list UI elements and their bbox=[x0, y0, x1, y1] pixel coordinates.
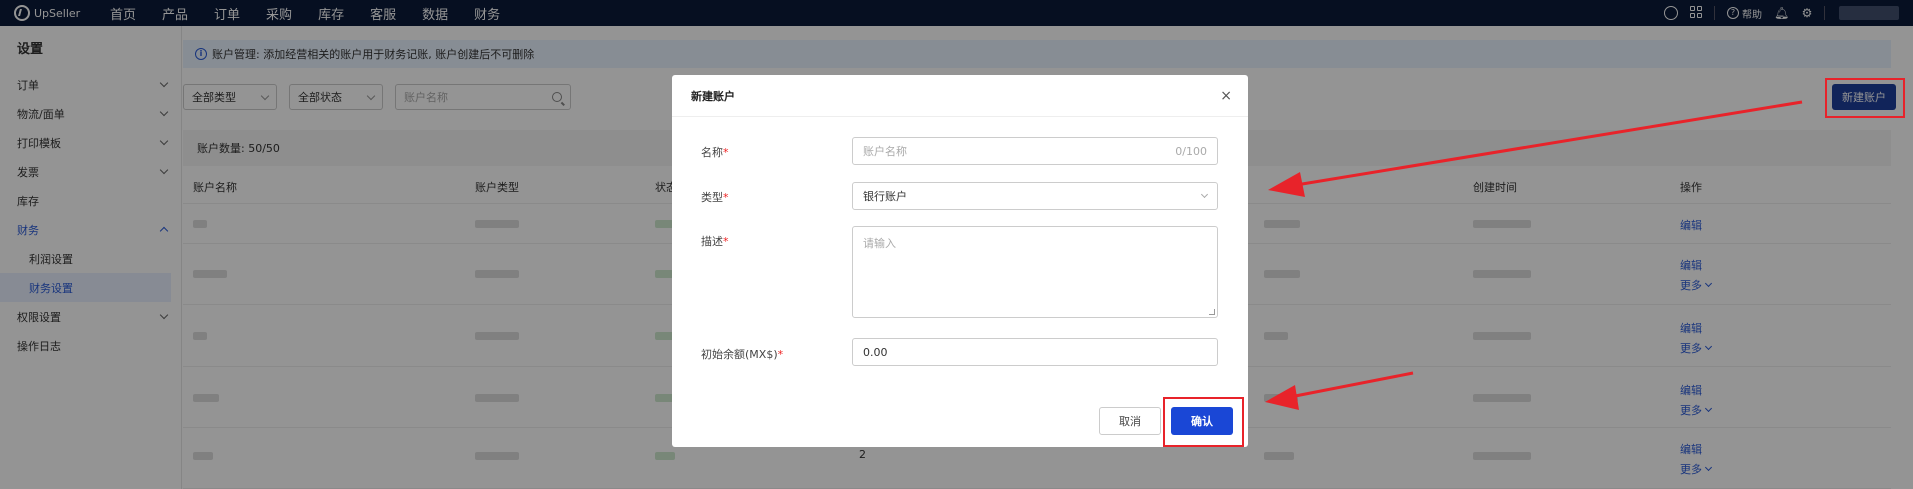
annotation-arrows bbox=[1265, 100, 1803, 410]
arrow-to-type-field bbox=[1268, 100, 1803, 197]
arrow-to-confirm-button bbox=[1265, 371, 1414, 410]
